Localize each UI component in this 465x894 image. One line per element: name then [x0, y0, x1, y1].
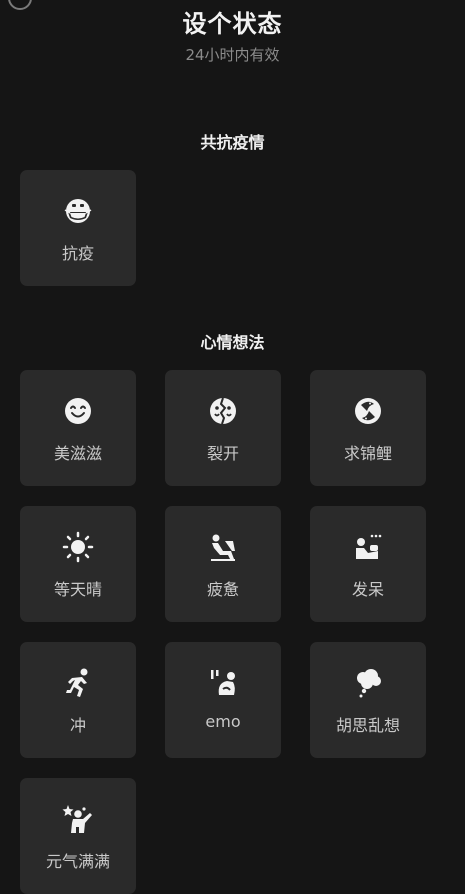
status-tile-tired[interactable]: 疲惫 — [165, 506, 281, 622]
status-tile-wait-sun[interactable]: 等天晴 — [20, 506, 136, 622]
status-tile-overthinking[interactable]: 胡思乱想 — [310, 642, 426, 758]
energetic-person-icon — [20, 802, 136, 836]
daydream-person-icon — [310, 530, 426, 564]
status-tile-label: 抗疫 — [61, 244, 94, 263]
status-tile-cracked[interactable]: 裂开 — [165, 370, 281, 486]
status-tile-label: 冲 — [69, 716, 86, 735]
section-title-mood: 心情想法 — [200, 333, 265, 352]
thought-bubble-icon — [310, 666, 426, 700]
status-tile-label: emo — [205, 712, 241, 731]
status-tile-label: 美滋滋 — [53, 444, 102, 463]
status-tile-label: 元气满满 — [45, 852, 110, 871]
koi-fish-icon — [310, 394, 426, 428]
status-tile-label: 发呆 — [351, 580, 384, 599]
status-tile-rush[interactable]: 冲 — [20, 642, 136, 758]
smiley-face-icon — [20, 394, 136, 428]
cracked-face-icon — [165, 394, 281, 428]
running-person-icon — [20, 666, 136, 700]
status-tile-label: 胡思乱想 — [335, 716, 400, 735]
status-tile-energetic[interactable]: 元气满满 — [20, 778, 136, 894]
status-tile-label: 裂开 — [206, 444, 239, 463]
mask-face-icon — [20, 194, 136, 228]
status-tile-happy[interactable]: 美滋滋 — [20, 370, 136, 486]
status-tile-emo[interactable]: emo — [165, 642, 281, 758]
status-tile-label: 求锦鲤 — [343, 444, 392, 463]
status-tile-label: 疲惫 — [206, 580, 239, 599]
status-tile-label: 等天晴 — [53, 580, 102, 599]
status-tile-anti-epidemic[interactable]: 抗疫 — [20, 170, 136, 286]
section-title-anti-epidemic: 共抗疫情 — [200, 133, 265, 152]
page-title: 设个状态 — [182, 10, 283, 38]
page-subtitle: 24小时内有效 — [185, 46, 280, 64]
tired-person-icon — [165, 530, 281, 564]
status-tile-koi[interactable]: 求锦鲤 — [310, 370, 426, 486]
status-tile-daydream[interactable]: 发呆 — [310, 506, 426, 622]
sun-icon — [20, 530, 136, 564]
emo-person-icon — [165, 666, 281, 700]
